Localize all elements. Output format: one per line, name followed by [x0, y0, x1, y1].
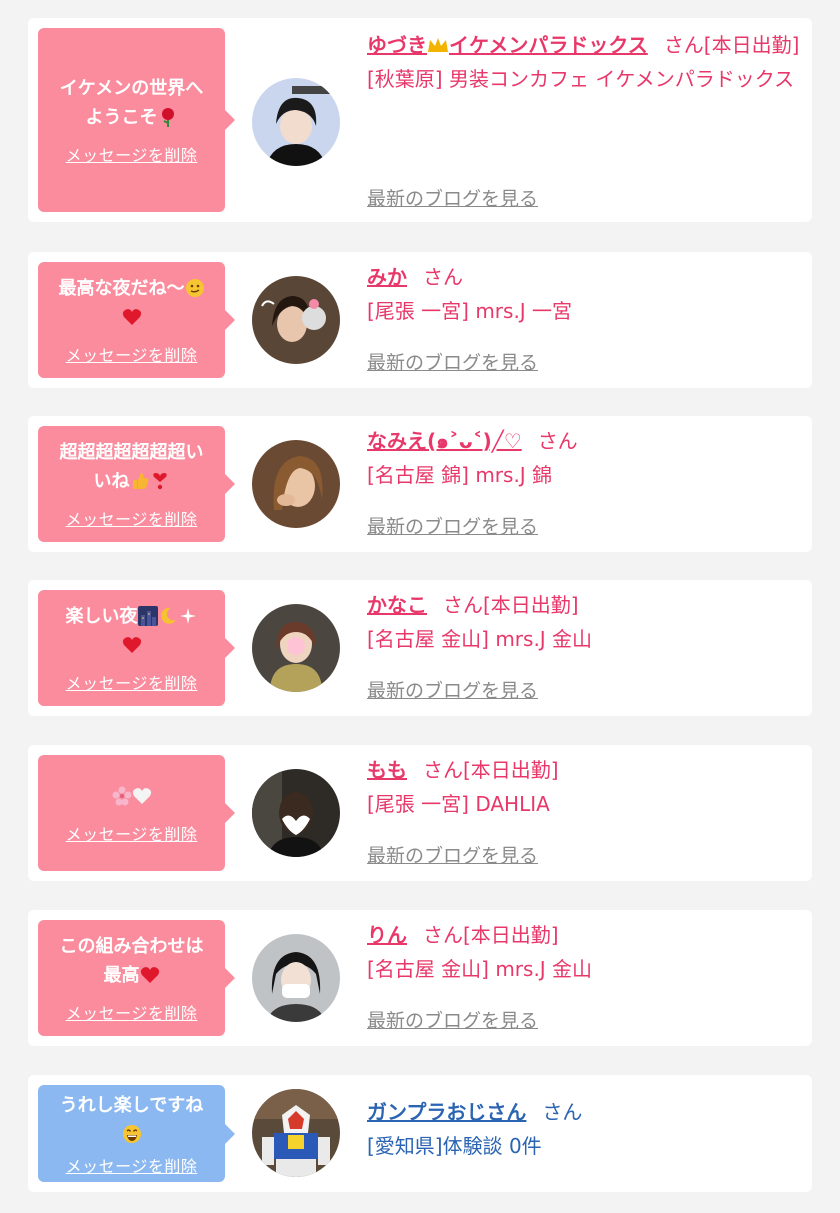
message-card: 最高な夜だね〜 メッセージを削除 みか さん [尾張 一宮] mrs.J 一宮 最… [28, 252, 812, 388]
shop-location: [名古屋 錦] mrs.J 錦 [367, 463, 553, 487]
message-text: 超超超超超超超い いね [59, 442, 204, 492]
user-name-link[interactable]: ガンプラおじさん [367, 1100, 526, 1124]
avatar-photo-icon [252, 276, 340, 364]
latest-blog-link[interactable]: 最新のブログを見る [367, 184, 538, 211]
avatar[interactable] [252, 604, 340, 692]
avatar-photo-icon [252, 78, 340, 166]
delete-message-link[interactable]: メッセージを削除 [66, 342, 198, 366]
message-bubble: メッセージを削除 [38, 755, 235, 871]
shop-location: [尾張 一宮] mrs.J 一宮 [367, 299, 573, 323]
shop-location: [名古屋 金山] mrs.J 金山 [367, 957, 593, 981]
shop-location: [秋葉原] 男装コンカフェ イケメンパラドックス [367, 67, 795, 91]
message-text: うれし楽しですね [60, 1091, 203, 1149]
avatar[interactable] [252, 440, 340, 528]
avatar[interactable] [252, 78, 340, 166]
grinning-face-icon [122, 1124, 141, 1143]
message-bubble: この組み合わせは 最高 メッセージを削除 [38, 920, 235, 1036]
latest-blog-link[interactable]: 最新のブログを見る [367, 512, 538, 539]
delete-message-link[interactable]: メッセージを削除 [66, 821, 198, 845]
message-bubble: 楽しい夜 メッセージを削除 [38, 590, 235, 706]
delete-message-link[interactable]: メッセージを削除 [66, 506, 198, 530]
avatar[interactable] [252, 934, 340, 1022]
cast-name-link[interactable]: もも [367, 758, 407, 782]
crescent-moon-icon [160, 607, 176, 624]
message-card: イケメンの世界へ ようこそ メッセージを削除 ゆづき イケメンパラドックス さん[本… [28, 18, 812, 222]
message-text: 楽しい夜 [66, 602, 198, 660]
smile-emoji-icon [185, 279, 204, 297]
heart-exclamation-icon [152, 473, 167, 490]
delete-message-link[interactable]: メッセージを削除 [66, 142, 198, 166]
cast-info: ガンプラおじさん さん [愛知県]体験談 0件 [367, 1095, 800, 1163]
white-heart-icon [132, 787, 151, 804]
user-location: [愛知県]体験談 0件 [367, 1134, 542, 1158]
avatar-photo-icon [252, 604, 340, 692]
avatar-photo-icon [252, 440, 340, 528]
thumbs-up-icon [132, 473, 148, 489]
heart-icon [122, 309, 141, 325]
crown-icon [428, 38, 448, 52]
night-city-icon [137, 606, 158, 626]
cast-name-link[interactable]: りん [367, 923, 407, 947]
avatar[interactable] [252, 276, 340, 364]
message-card: 超超超超超超超い いね メッセージを削除 なみえ(๑˃ᴗ˂)╱♡ さん [名古屋 … [28, 416, 812, 552]
sparkle-icon [179, 608, 196, 624]
rose-icon [161, 108, 174, 127]
message-card: この組み合わせは 最高 メッセージを削除 りん さん[本日出勤] [名古屋 金山]… [28, 910, 812, 1046]
cast-info: ゆづき イケメンパラドックス さん[本日出勤] [秋葉原] 男装コンカフェ イケメン… [367, 28, 800, 96]
heart-icon [122, 637, 141, 653]
avatar[interactable] [252, 1089, 340, 1177]
cast-info: なみえ(๑˃ᴗ˂)╱♡ さん [名古屋 錦] mrs.J 錦 [367, 424, 800, 492]
cast-name-link[interactable]: なみえ(๑˃ᴗ˂)╱♡ [367, 429, 522, 453]
cast-info: みか さん [尾張 一宮] mrs.J 一宮 [367, 260, 800, 328]
message-card: 楽しい夜 メッセージを削除 かなこ さん[本日出勤] [名古屋 金山] mrs.J… [28, 580, 812, 716]
delete-message-link[interactable]: メッセージを削除 [66, 1000, 198, 1024]
message-bubble: 超超超超超超超い いね メッセージを削除 [38, 426, 235, 542]
avatar-photo-icon [252, 769, 340, 857]
message-text: 最高な夜だね〜 [59, 274, 205, 332]
cast-info: かなこ さん[本日出勤] [名古屋 金山] mrs.J 金山 [367, 588, 800, 656]
cast-info: りん さん[本日出勤] [名古屋 金山] mrs.J 金山 [367, 918, 800, 986]
latest-blog-link[interactable]: 最新のブログを見る [367, 676, 538, 703]
message-text [112, 782, 152, 811]
latest-blog-link[interactable]: 最新のブログを見る [367, 1006, 538, 1033]
cast-name-link[interactable]: みか [367, 265, 407, 289]
message-bubble: 最高な夜だね〜 メッセージを削除 [38, 262, 235, 378]
message-card: うれし楽しですね メッセージを削除 ガンプラおじさん さん [愛知県]体験談 0件 [28, 1075, 812, 1192]
message-text: イケメンの世界へ ようこそ [59, 78, 204, 128]
shop-location: [尾張 一宮] DAHLIA [367, 792, 550, 816]
cherry-blossom-icon [112, 786, 131, 805]
latest-blog-link[interactable]: 最新のブログを見る [367, 841, 538, 868]
avatar-photo-icon [252, 1089, 340, 1177]
heart-icon [140, 967, 159, 983]
message-card: メッセージを削除 もも さん[本日出勤] [尾張 一宮] DAHLIA 最新のブロ… [28, 745, 812, 881]
message-bubble: うれし楽しですね メッセージを削除 [38, 1085, 235, 1182]
delete-message-link[interactable]: メッセージを削除 [66, 670, 198, 694]
avatar[interactable] [252, 769, 340, 857]
avatar-photo-icon [252, 934, 340, 1022]
message-bubble: イケメンの世界へ ようこそ メッセージを削除 [38, 28, 235, 212]
shop-location: [名古屋 金山] mrs.J 金山 [367, 627, 593, 651]
cast-name-link[interactable]: かなこ [367, 593, 427, 617]
cast-info: もも さん[本日出勤] [尾張 一宮] DAHLIA [367, 753, 800, 821]
cast-name-link[interactable]: ゆづき イケメンパラドックス [367, 33, 648, 57]
delete-message-link[interactable]: メッセージを削除 [66, 1153, 198, 1177]
message-text: この組み合わせは 最高 [59, 936, 204, 986]
latest-blog-link[interactable]: 最新のブログを見る [367, 348, 538, 375]
